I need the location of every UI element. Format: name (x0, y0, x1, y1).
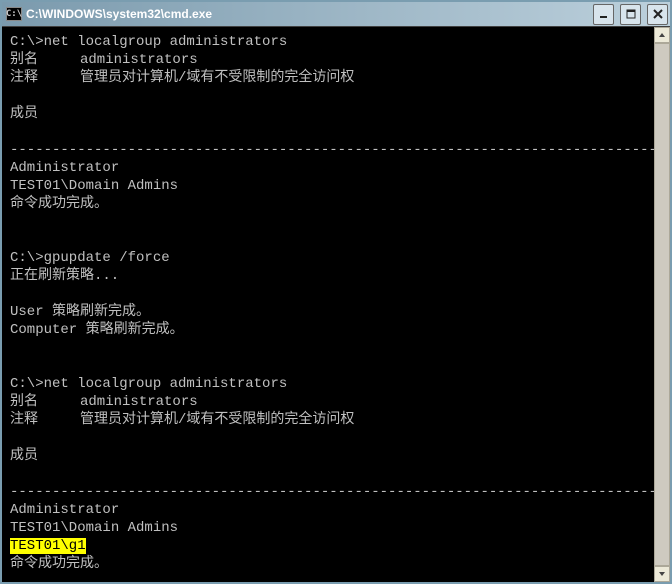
terminal-line (10, 573, 648, 582)
terminal-line: 命令成功完成。 (10, 195, 648, 213)
terminal-line: 别名 administrators (10, 393, 648, 411)
close-button[interactable] (647, 4, 668, 25)
terminal-line: C:\>net localgroup administrators (10, 375, 648, 393)
chevron-up-icon (658, 31, 666, 39)
terminal-line (10, 231, 648, 249)
terminal-line (10, 285, 648, 303)
terminal-line: Computer 策略刷新完成。 (10, 321, 648, 339)
scroll-up-button[interactable] (654, 27, 670, 43)
terminal-line (10, 213, 648, 231)
terminal-line: ----------------------------------------… (10, 483, 648, 501)
terminal-line: TEST01\Domain Admins (10, 177, 648, 195)
window-title: C:\WINDOWS\system32\cmd.exe (26, 7, 587, 21)
terminal-line: C:\>net localgroup administrators (10, 33, 648, 51)
cmd-window: C:\ C:\WINDOWS\system32\cmd.exe C:\>net … (0, 0, 672, 584)
scrollbar-vertical[interactable] (654, 27, 670, 582)
titlebar[interactable]: C:\ C:\WINDOWS\system32\cmd.exe (2, 2, 670, 26)
terminal-line (10, 357, 648, 375)
terminal-line: User 策略刷新完成。 (10, 303, 648, 321)
terminal-line: 正在刷新策略... (10, 267, 648, 285)
terminal-line: 命令成功完成。 (10, 555, 648, 573)
terminal-line (10, 465, 648, 483)
terminal-output[interactable]: C:\>net localgroup administrators别名 admi… (2, 27, 654, 582)
client-area: C:\>net localgroup administrators别名 admi… (2, 26, 670, 582)
terminal-line: TEST01\g1 (10, 537, 648, 555)
scrollbar-thumb[interactable] (654, 43, 670, 566)
minimize-button[interactable] (593, 4, 614, 25)
terminal-line (10, 429, 648, 447)
close-icon (653, 9, 663, 19)
terminal-line: 别名 administrators (10, 51, 648, 69)
maximize-button[interactable] (620, 4, 641, 25)
chevron-down-icon (658, 570, 666, 578)
terminal-line (10, 339, 648, 357)
terminal-line: TEST01\Domain Admins (10, 519, 648, 537)
app-icon: C:\ (6, 7, 22, 21)
scroll-down-button[interactable] (654, 566, 670, 582)
highlighted-text: TEST01\g1 (10, 538, 86, 554)
terminal-line: ----------------------------------------… (10, 141, 648, 159)
scrollbar-track[interactable] (654, 43, 670, 566)
terminal-line (10, 87, 648, 105)
terminal-line: C:\>gpupdate /force (10, 249, 648, 267)
terminal-line: 成员 (10, 447, 648, 465)
terminal-line: 注释 管理员对计算机/域有不受限制的完全访问权 (10, 411, 648, 429)
terminal-line: 成员 (10, 105, 648, 123)
terminal-line: Administrator (10, 501, 648, 519)
terminal-line (10, 123, 648, 141)
maximize-icon (626, 9, 636, 19)
minimize-icon (599, 9, 609, 19)
terminal-line: 注释 管理员对计算机/域有不受限制的完全访问权 (10, 69, 648, 87)
terminal-line: Administrator (10, 159, 648, 177)
